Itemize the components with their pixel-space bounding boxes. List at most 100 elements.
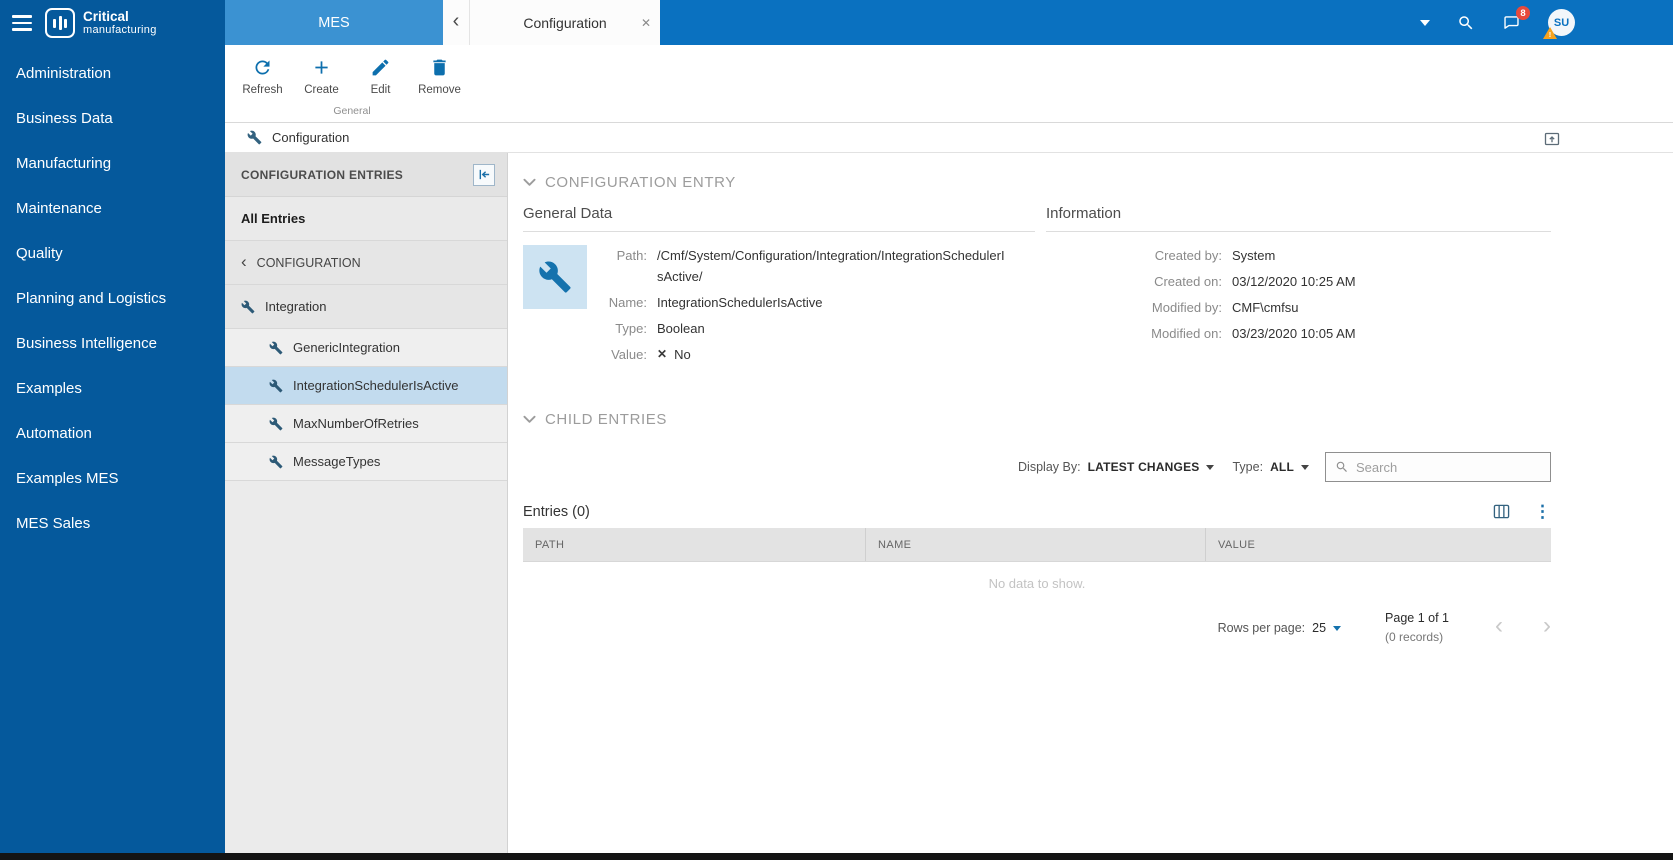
breadcrumb: Configuration — [225, 123, 1673, 153]
messages-badge: 8 — [1516, 6, 1530, 20]
hamburger-menu-icon[interactable] — [12, 15, 32, 31]
brand-subtitle: manufacturing — [83, 24, 157, 36]
critical-manufacturing-logo-icon — [45, 8, 75, 38]
previous-page-icon[interactable]: ‹ — [1495, 614, 1503, 642]
sidebar-item-manufacturing[interactable]: Manufacturing — [0, 141, 225, 186]
tree-item-integration[interactable]: Integration — [225, 285, 507, 329]
page-info: Page 1 of 1 (0 records) — [1385, 609, 1449, 648]
next-page-icon[interactable]: › — [1543, 614, 1551, 642]
chevron-down-icon — [523, 178, 536, 187]
toolbar-group-label: General — [233, 105, 471, 117]
tree-item-all-entries[interactable]: All Entries — [225, 197, 507, 241]
field-created-by: Created by: System — [1046, 245, 1551, 266]
false-x-icon: ✕ — [657, 344, 667, 365]
create-button[interactable]: Create — [292, 49, 351, 96]
chevron-left-icon: ‹ — [453, 10, 460, 33]
field-name: Name: IntegrationSchedulerIsActive — [601, 292, 1005, 313]
field-modified-on: Modified on: 03/23/2020 10:05 AM — [1046, 323, 1551, 344]
refresh-button[interactable]: Refresh — [233, 49, 292, 96]
page-title: Configuration — [272, 130, 349, 145]
topbar-actions: 8 SU ! — [1420, 0, 1575, 45]
chevron-left-icon: ‹ — [241, 252, 247, 274]
rows-per-page-dropdown[interactable]: Rows per page: 25 — [1218, 621, 1341, 635]
tab-close-icon[interactable]: ✕ — [641, 16, 651, 30]
field-created-on: Created on: 03/12/2020 10:25 AM — [1046, 271, 1551, 292]
chevron-down-icon — [1206, 465, 1214, 470]
expand-panel-icon[interactable] — [1544, 130, 1560, 146]
search-icon[interactable] — [1457, 14, 1475, 32]
warning-badge-icon: ! — [1543, 27, 1557, 39]
main-content: CONFIGURATION ENTRY General Data Path: /… — [508, 153, 1673, 853]
tree-item-maxnumberofretries[interactable]: MaxNumberOfRetries — [225, 405, 507, 443]
sidebar-item-maintenance[interactable]: Maintenance — [0, 186, 225, 231]
wrench-icon — [269, 455, 283, 469]
edit-label: Edit — [371, 84, 391, 96]
tree-item-genericintegration[interactable]: GenericIntegration — [225, 329, 507, 367]
sidebar-item-examples[interactable]: Examples — [0, 366, 225, 411]
sidebar-item-business-intelligence[interactable]: Business Intelligence — [0, 321, 225, 366]
remove-label: Remove — [418, 84, 461, 96]
wrench-icon — [269, 379, 283, 393]
brand-logo: Critical manufacturing — [45, 8, 157, 38]
brand-name: Critical — [83, 10, 157, 25]
general-data-section: General Data Path: /Cmf/System/Configura… — [523, 205, 1035, 393]
refresh-label: Refresh — [242, 84, 282, 96]
entry-type-tile — [523, 245, 587, 309]
sidebar-nav: Administration Business Data Manufacturi… — [0, 51, 225, 546]
bottom-edge-strip — [0, 853, 1673, 860]
configuration-entries-panel: CONFIGURATION ENTRIES All Entries ‹ CONF… — [225, 153, 508, 853]
collapse-panel-icon[interactable] — [473, 164, 495, 186]
wrench-icon — [247, 130, 262, 145]
sidebar-item-planning-and-logistics[interactable]: Planning and Logistics — [0, 276, 225, 321]
search-box — [1325, 452, 1551, 482]
sidebar-item-administration[interactable]: Administration — [0, 51, 225, 96]
chevron-down-icon — [523, 415, 536, 424]
sidebar: Critical manufacturing Administration Bu… — [0, 0, 225, 860]
pencil-icon — [370, 57, 391, 78]
sidebar-item-business-data[interactable]: Business Data — [0, 96, 225, 141]
plus-icon — [311, 57, 332, 78]
tree-item-integrationschedulerisactive[interactable]: IntegrationSchedulerIsActive — [225, 367, 507, 405]
tab-mes[interactable]: MES — [225, 0, 443, 45]
search-input[interactable] — [1356, 460, 1541, 475]
chevron-down-icon — [1333, 626, 1341, 631]
column-header-path[interactable]: PATH — [523, 528, 865, 561]
wrench-icon — [269, 341, 283, 355]
tree-item-messagetypes[interactable]: MessageTypes — [225, 443, 507, 481]
display-by-dropdown[interactable]: Display By: LATEST CHANGES — [1018, 460, 1214, 474]
avatar-initials: SU — [1554, 17, 1569, 29]
field-path: Path: /Cmf/System/Configuration/Integrat… — [601, 245, 1005, 287]
column-header-value[interactable]: VALUE — [1205, 528, 1551, 561]
entries-table-header: PATH NAME VALUE — [523, 528, 1551, 562]
chevron-down-icon[interactable] — [1420, 20, 1430, 26]
remove-button[interactable]: Remove — [410, 49, 469, 96]
tab-configuration[interactable]: Configuration ✕ — [470, 0, 660, 45]
chevron-down-icon — [1301, 465, 1309, 470]
messages-icon[interactable]: 8 — [1502, 13, 1521, 32]
child-entries-filters: Display By: LATEST CHANGES Type: ALL — [523, 452, 1551, 482]
sidebar-item-examples-mes[interactable]: Examples MES — [0, 456, 225, 501]
avatar[interactable]: SU ! — [1548, 9, 1575, 36]
edit-button[interactable]: Edit — [351, 49, 410, 96]
sidebar-item-quality[interactable]: Quality — [0, 231, 225, 276]
trash-icon — [429, 57, 450, 78]
type-dropdown[interactable]: Type: ALL — [1232, 460, 1309, 474]
information-section: Information Created by: System Created o… — [1046, 205, 1551, 393]
sidebar-item-automation[interactable]: Automation — [0, 411, 225, 456]
topbar: MES ‹ Configuration ✕ 8 SU ! — [225, 0, 1673, 45]
column-header-name[interactable]: NAME — [865, 528, 1205, 561]
sidebar-item-mes-sales[interactable]: MES Sales — [0, 501, 225, 546]
information-title: Information — [1046, 205, 1551, 232]
tree-back-configuration[interactable]: ‹ CONFIGURATION — [225, 241, 507, 285]
tab-back-button[interactable]: ‹ — [443, 0, 470, 45]
column-chooser-icon[interactable] — [1493, 503, 1510, 520]
tree-panel-header: CONFIGURATION ENTRIES — [225, 153, 507, 197]
toolbar-group-general: Refresh Create Edit Remove General — [233, 49, 471, 119]
section-configuration-entry[interactable]: CONFIGURATION ENTRY — [523, 174, 1551, 191]
section-child-entries[interactable]: CHILD ENTRIES — [523, 411, 1551, 428]
search-icon — [1335, 460, 1349, 474]
tab-label: Configuration — [523, 15, 606, 31]
wrench-icon — [269, 417, 283, 431]
field-value: Value: ✕ No — [601, 344, 1005, 365]
kebab-menu-icon[interactable]: ⋮ — [1534, 503, 1551, 520]
